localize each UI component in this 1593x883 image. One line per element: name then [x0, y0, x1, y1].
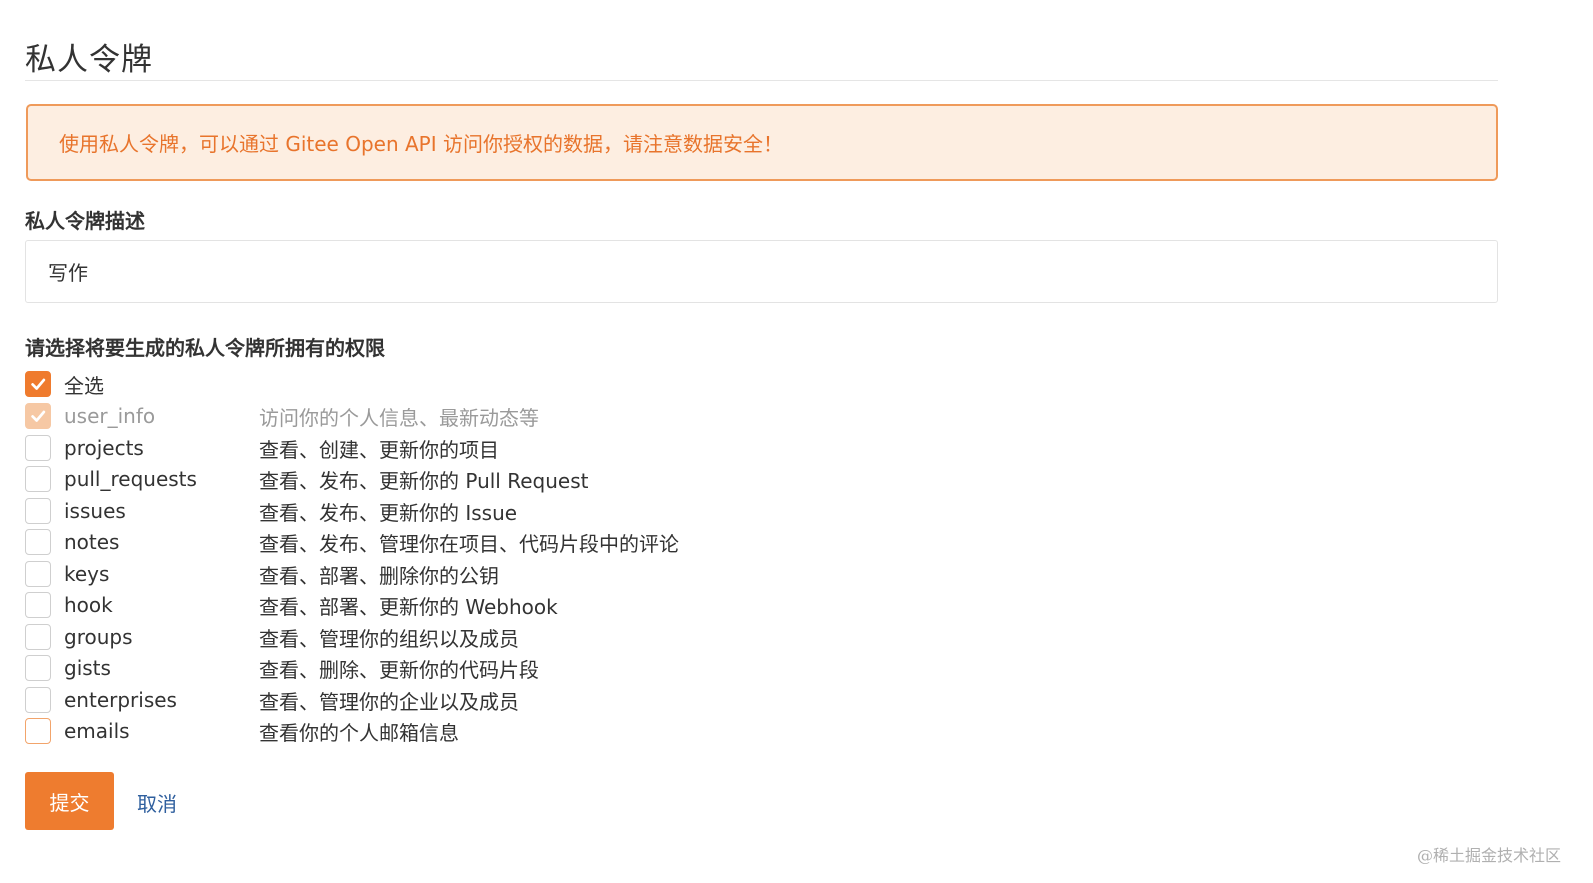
title-divider — [25, 80, 1498, 81]
scope-checkbox[interactable] — [25, 498, 51, 524]
scope-description: 查看、发布、管理你在项目、代码片段中的评论 — [259, 531, 679, 556]
scope-row[interactable]: gists 查看、删除、更新你的代码片段 — [25, 653, 785, 683]
scope-name: notes — [64, 530, 120, 554]
warning-alert: 使用私人令牌，可以通过 Gitee Open API 访问你授权的数据，请注意数… — [26, 104, 1498, 181]
scope-row[interactable]: enterprises 查看、管理你的企业以及成员 — [25, 685, 785, 715]
select-all-row[interactable]: 全选 — [25, 369, 785, 399]
scope-row[interactable]: keys 查看、部署、删除你的公钥 — [25, 559, 785, 589]
scope-description: 查看、创建、更新你的项目 — [259, 437, 499, 462]
scope-row[interactable]: groups 查看、管理你的组织以及成员 — [25, 622, 785, 652]
alert-text: 使用私人令牌，可以通过 Gitee Open API 访问你授权的数据，请注意数… — [59, 132, 783, 156]
description-input[interactable] — [25, 240, 1498, 303]
scope-description: 查看、发布、更新你的 Issue — [259, 500, 518, 525]
scope-description: 查看、发布、更新你的 Pull Request — [259, 468, 589, 493]
scope-name: projects — [64, 436, 144, 460]
scope-row[interactable]: hook 查看、部署、更新你的 Webhook — [25, 590, 785, 620]
page-title: 私人令牌 — [25, 42, 153, 78]
scope-description: 查看、部署、删除你的公钥 — [259, 563, 499, 588]
scope-name: issues — [64, 499, 126, 523]
checkmark-icon — [31, 378, 46, 390]
scope-checkbox — [25, 403, 51, 429]
scope-description: 访问你的个人信息、最新动态等 — [259, 405, 539, 430]
checkmark-icon — [31, 410, 46, 422]
scope-description: 查看、管理你的组织以及成员 — [259, 626, 519, 651]
scope-description: 查看你的个人邮箱信息 — [259, 720, 459, 745]
scope-checkbox[interactable] — [25, 435, 51, 461]
scope-name: keys — [64, 562, 110, 586]
select-all-checkbox[interactable] — [25, 371, 51, 397]
description-label: 私人令牌描述 — [25, 209, 145, 233]
scope-name: enterprises — [64, 688, 177, 712]
scope-row[interactable]: issues 查看、发布、更新你的 Issue — [25, 496, 785, 526]
cancel-link[interactable]: 取消 — [137, 788, 177, 817]
permissions-label: 请选择将要生成的私人令牌所拥有的权限 — [25, 336, 385, 360]
select-all-label: 全选 — [64, 373, 104, 398]
scope-name: gists — [64, 656, 111, 680]
scope-checkbox[interactable] — [25, 655, 51, 681]
scope-checkbox[interactable] — [25, 592, 51, 618]
scope-checkbox[interactable] — [25, 466, 51, 492]
scope-checkbox[interactable] — [25, 624, 51, 650]
scope-row: user_info 访问你的个人信息、最新动态等 — [25, 401, 785, 431]
scope-checkbox[interactable] — [25, 718, 51, 744]
scope-row[interactable]: pull_requests 查看、发布、更新你的 Pull Request — [25, 464, 785, 494]
scope-row[interactable]: emails 查看你的个人邮箱信息 — [25, 716, 785, 746]
scope-name: emails — [64, 719, 130, 743]
watermark: @稀土掘金技术社区 — [1416, 846, 1561, 865]
scope-name: hook — [64, 593, 113, 617]
scope-description: 查看、部署、更新你的 Webhook — [259, 594, 558, 619]
scope-checkbox[interactable] — [25, 561, 51, 587]
submit-button[interactable]: 提交 — [25, 772, 114, 830]
scope-description: 查看、管理你的企业以及成员 — [259, 689, 519, 714]
scope-row[interactable]: notes 查看、发布、管理你在项目、代码片段中的评论 — [25, 527, 785, 557]
scope-name: pull_requests — [64, 467, 197, 491]
scope-checkbox[interactable] — [25, 529, 51, 555]
scope-checkbox[interactable] — [25, 687, 51, 713]
scope-row[interactable]: projects 查看、创建、更新你的项目 — [25, 433, 785, 463]
scope-name: user_info — [64, 404, 156, 428]
scope-name: groups — [64, 625, 133, 649]
scope-description: 查看、删除、更新你的代码片段 — [259, 657, 539, 682]
